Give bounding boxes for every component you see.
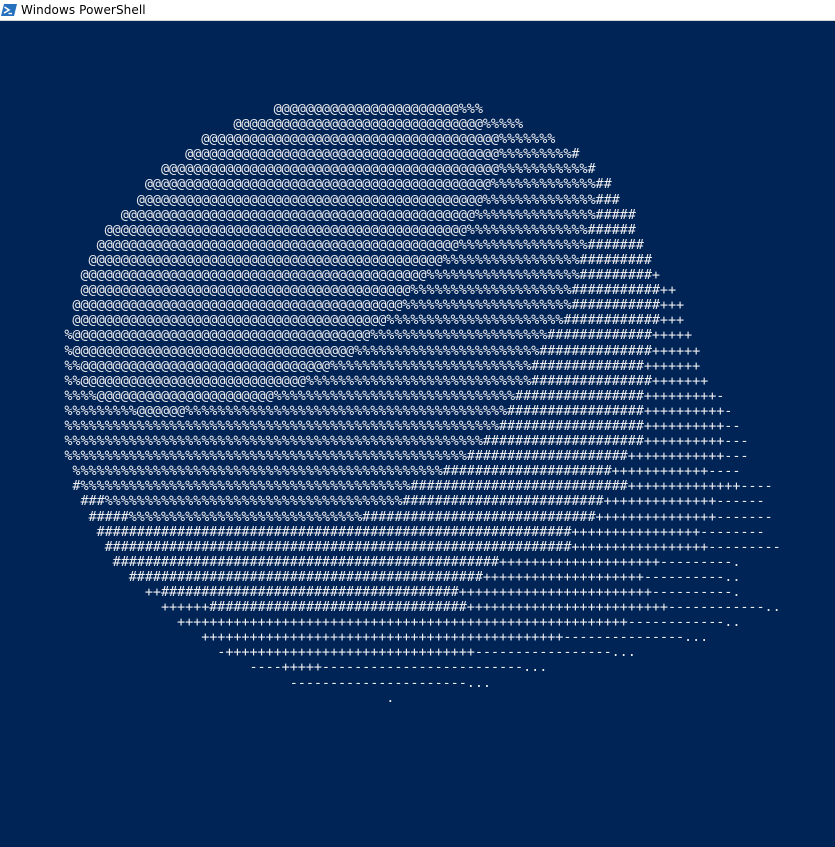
title-bar[interactable]: Windows PowerShell	[0, 0, 835, 21]
console-output-area[interactable]: @@@@@@@@@@@@@@@@@@@@@@@%%% @@@@@@@@@@@@@…	[0, 22, 835, 847]
powershell-icon	[1, 3, 17, 17]
window-title: Windows PowerShell	[21, 3, 146, 17]
ascii-sphere-output: @@@@@@@@@@@@@@@@@@@@@@@%%% @@@@@@@@@@@@@…	[64, 101, 781, 706]
powershell-window: Windows PowerShell @@@@@@@@@@@@@@@@@@@@@…	[0, 0, 835, 847]
